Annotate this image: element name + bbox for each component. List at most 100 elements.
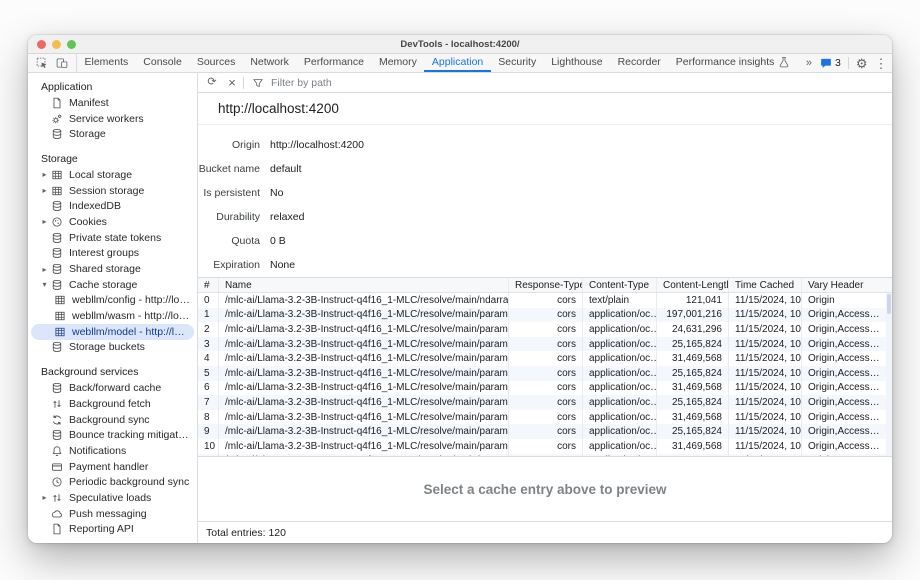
cell-name: /mlc-ai/Llama-3.2-3B-Instruct-q4f16_1-ML… [218, 410, 508, 425]
table-row[interactable]: 2 /mlc-ai/Llama-3.2-3B-Instruct-q4f16_1-… [198, 322, 892, 337]
meta-row-is-persistent: Is persistent No [198, 181, 892, 205]
database-icon [51, 429, 63, 441]
col-header-time-cached[interactable]: Time Cached [728, 278, 801, 292]
table-row[interactable]: 4 /mlc-ai/Llama-3.2-3B-Instruct-q4f16_1-… [198, 351, 892, 366]
col-header-index[interactable]: # [198, 278, 218, 292]
sidebar-item-background-sync[interactable]: Background sync [31, 412, 194, 428]
sidebar-item-interest-groups[interactable]: Interest groups [31, 246, 194, 262]
cell-index: 1 [198, 308, 218, 323]
more-menu-icon[interactable]: ⋮ [875, 57, 888, 70]
sidebar-item-payment-handler[interactable]: Payment handler [31, 459, 194, 475]
expander-icon[interactable]: ▾ [38, 280, 51, 289]
expander-icon[interactable]: ▸ [38, 493, 51, 502]
cell-name: /mlc-ai/Llama-3.2-3B-Instruct-q4f16_1-ML… [218, 366, 508, 381]
col-header-content-type[interactable]: Content-Type [582, 278, 656, 292]
sidebar-item-session-storage[interactable]: ▸ Session storage [31, 183, 194, 199]
cell-index: 11 [198, 454, 218, 457]
sidebar-item-webllm-wasm[interactable]: webllm/wasm - http://loca… [31, 308, 194, 324]
tab-memory[interactable]: Memory [371, 54, 424, 72]
cache-metadata: Origin http://localhost:4200 Bucket name… [198, 125, 892, 277]
expander-icon[interactable]: ▸ [38, 265, 51, 274]
tab-sources[interactable]: Sources [189, 54, 243, 72]
table-row[interactable]: 3 /mlc-ai/Llama-3.2-3B-Instruct-q4f16_1-… [198, 337, 892, 352]
cell-name: /mlc-ai/Llama-3.2-3B-Instruct-q4f16_1-ML… [218, 424, 508, 439]
table-row[interactable]: 7 /mlc-ai/Llama-3.2-3B-Instruct-q4f16_1-… [198, 395, 892, 410]
titlebar: DevTools - localhost:4200/ [28, 35, 892, 54]
cell-content-type: application/oc… [582, 337, 656, 352]
col-header-response-type[interactable]: Response-Type [508, 278, 582, 292]
sidebar-item-back-forward-cache[interactable]: Back/forward cache [31, 380, 194, 396]
tab-recorder[interactable]: Recorder [610, 54, 668, 72]
expander-icon[interactable]: ▸ [38, 186, 51, 195]
database-icon [51, 382, 63, 394]
service-workers-gear-icon [51, 113, 63, 125]
sidebar-item-indexeddb[interactable]: IndexedDB [31, 198, 194, 214]
sidebar-item-private-state-tokens[interactable]: Private state tokens [31, 230, 194, 246]
sidebar-item-bounce-tracking-mitigations[interactable]: Bounce tracking mitigations [31, 427, 194, 443]
sidebar-item-storage[interactable]: Storage [31, 126, 194, 142]
col-header-vary-header[interactable]: Vary Header [801, 278, 892, 292]
cell-time-cached: 11/15/2024, 10… [728, 293, 801, 308]
bell-icon [51, 445, 63, 457]
tab-network[interactable]: Network [243, 54, 297, 72]
settings-gear-icon[interactable]: ⚙ [856, 57, 868, 70]
cell-response-type: cors [508, 322, 582, 337]
database-icon [51, 279, 63, 291]
device-toolbar-icon[interactable] [56, 57, 68, 69]
tab-performance-insights[interactable]: Performance insights [668, 54, 798, 72]
cell-content-type: application/oc… [582, 424, 656, 439]
filter-by-path-input[interactable] [269, 76, 529, 90]
cell-content-length: 31,469,568 [656, 381, 728, 396]
col-header-name[interactable]: Name [218, 278, 508, 292]
table-row[interactable]: 5 /mlc-ai/Llama-3.2-3B-Instruct-q4f16_1-… [198, 366, 892, 381]
sidebar-item-manifest[interactable]: Manifest [31, 95, 194, 111]
sidebar-item-local-storage[interactable]: ▸ Local storage [31, 167, 194, 183]
sidebar-item-periodic-background-sync[interactable]: Periodic background sync [31, 474, 194, 490]
tab-application[interactable]: Application [424, 54, 490, 72]
expander-icon[interactable]: ▸ [38, 170, 51, 179]
refresh-icon[interactable]: ⟳ [203, 77, 221, 88]
cell-vary-header: Origin,Access… [801, 322, 892, 337]
table-row[interactable]: 6 /mlc-ai/Llama-3.2-3B-Instruct-q4f16_1-… [198, 381, 892, 396]
sidebar-item-shared-storage[interactable]: ▸ Shared storage [31, 261, 194, 277]
tab-performance[interactable]: Performance [296, 54, 371, 72]
sidebar-item-background-fetch[interactable]: Background fetch [31, 396, 194, 412]
table-row-partially-visible[interactable]: 11 /mlc-ai/Llama-3.2-3B-Instruct-q4f16_1… [198, 454, 892, 457]
meta-row-quota: Quota 0 B [198, 229, 892, 253]
clear-icon[interactable]: × [223, 76, 241, 89]
col-header-content-length[interactable]: Content-Length [656, 278, 728, 292]
inspect-element-icon[interactable] [36, 57, 48, 69]
table-row[interactable]: 8 /mlc-ai/Llama-3.2-3B-Instruct-q4f16_1-… [198, 410, 892, 425]
expander-icon[interactable]: ▸ [38, 217, 51, 226]
sidebar-item-speculative-loads[interactable]: ▸ Speculative loads [31, 490, 194, 506]
table-row[interactable]: 9 /mlc-ai/Llama-3.2-3B-Instruct-q4f16_1-… [198, 424, 892, 439]
cache-toolbar: ⟳ × [198, 73, 892, 93]
cell-response-type: cors [508, 424, 582, 439]
tab-console[interactable]: Console [136, 54, 190, 72]
minimize-window-button[interactable] [52, 40, 61, 49]
sidebar-item-reporting-api[interactable]: Reporting API [31, 522, 194, 538]
cell-time-cached: 11/15/2024, 10… [728, 395, 801, 410]
issues-badge[interactable]: 3 [820, 57, 841, 69]
cell-index: 0 [198, 293, 218, 308]
sidebar-item-webllm-config[interactable]: webllm/config - http://loc… [31, 293, 194, 309]
sidebar-item-cookies[interactable]: ▸ Cookies [31, 214, 194, 230]
tab-security[interactable]: Security [491, 54, 544, 72]
sidebar-item-notifications[interactable]: Notifications [31, 443, 194, 459]
table-row[interactable]: 0 /mlc-ai/Llama-3.2-3B-Instruct-q4f16_1-… [198, 293, 892, 308]
sidebar-item-cache-storage[interactable]: ▾ Cache storage [31, 277, 194, 293]
tab-lighthouse[interactable]: Lighthouse [544, 54, 610, 72]
table-row[interactable]: 10 /mlc-ai/Llama-3.2-3B-Instruct-q4f16_1… [198, 439, 892, 454]
table-row[interactable]: 1 /mlc-ai/Llama-3.2-3B-Instruct-q4f16_1-… [198, 308, 892, 323]
sidebar-item-push-messaging[interactable]: Push messaging [31, 506, 194, 522]
more-tabs-chevron-icon[interactable]: » [806, 57, 813, 69]
zoom-window-button[interactable] [67, 40, 76, 49]
table-scrollbar[interactable] [886, 293, 892, 456]
sidebar-item-service-workers[interactable]: Service workers [31, 111, 194, 127]
tab-elements[interactable]: Elements [77, 54, 136, 72]
cell-name: /mlc-ai/Llama-3.2-3B-Instruct-q4f16_1-ML… [218, 395, 508, 410]
sidebar-item-webllm-model-selected[interactable]: webllm/model - http://loc… [31, 324, 194, 340]
scrollbar-thumb[interactable] [887, 294, 891, 314]
close-window-button[interactable] [37, 40, 46, 49]
sidebar-item-storage-buckets[interactable]: Storage buckets [31, 340, 194, 356]
